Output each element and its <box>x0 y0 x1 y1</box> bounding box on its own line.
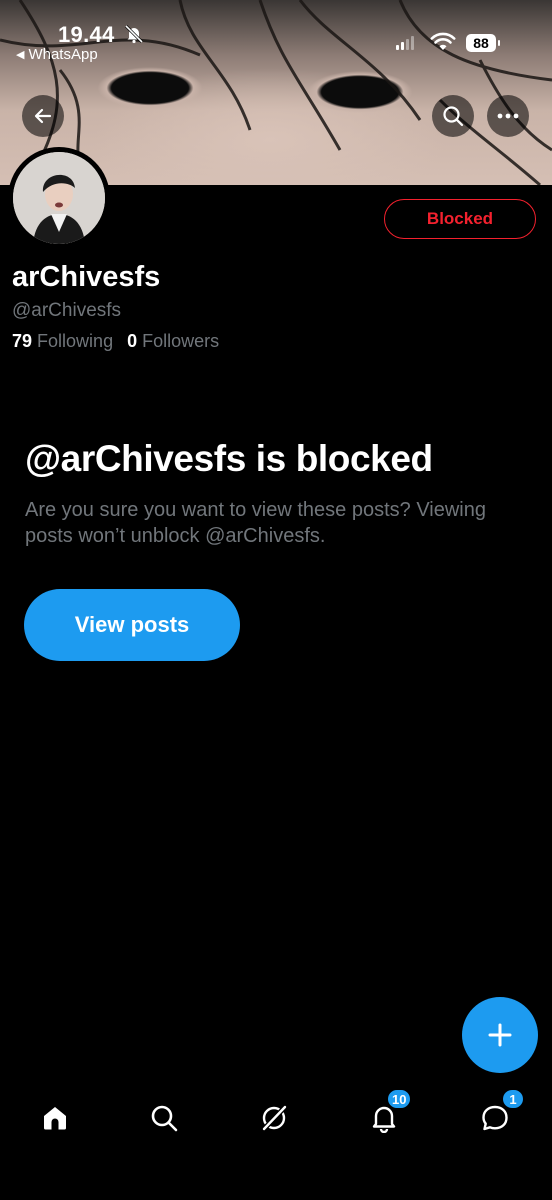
plus-icon <box>488 1023 512 1047</box>
grok-icon <box>262 1105 287 1131</box>
blocked-notice-subtitle: Are you sure you want to view these post… <box>25 499 486 547</box>
followers-count: 0 <box>127 331 138 351</box>
cellular-signal-icon <box>396 36 414 50</box>
tab-messages[interactable]: 1 <box>473 1088 525 1146</box>
profile-avatar[interactable] <box>8 147 110 249</box>
back-app-label: WhatsApp <box>28 46 98 63</box>
battery-indicator: 88 <box>466 34 500 52</box>
compose-post-button[interactable] <box>462 997 538 1073</box>
view-posts-button[interactable]: View posts <box>24 589 240 661</box>
followers-label: Followers <box>142 331 220 351</box>
followers-link[interactable]: 0 Followers <box>127 331 219 352</box>
following-link[interactable]: 79 Following <box>12 331 113 352</box>
notifications-badge: 10 <box>386 1088 413 1110</box>
search-icon <box>443 106 464 127</box>
follow-stats: 79 Following 0 Followers <box>12 331 219 352</box>
blocked-button[interactable]: Blocked <box>384 199 536 239</box>
bell-slash-icon <box>124 24 144 49</box>
following-count: 79 <box>12 331 33 351</box>
avatar-photo <box>13 152 105 244</box>
messages-badge: 1 <box>501 1088 525 1110</box>
bottom-tab-bar: 10 1 <box>0 1088 552 1150</box>
blocked-notice-title: @arChivesfs is blocked <box>25 438 433 479</box>
following-label: Following <box>37 331 114 351</box>
tab-search[interactable] <box>142 1090 186 1146</box>
search-button[interactable] <box>432 95 474 137</box>
tab-notifications[interactable]: 10 <box>362 1088 413 1146</box>
profile-display-name: arChivesfs <box>12 261 161 293</box>
back-to-app-link[interactable]: ◀ WhatsApp <box>16 46 98 63</box>
back-triangle-icon: ◀ <box>16 49 25 61</box>
more-options-button[interactable] <box>487 95 529 137</box>
profile-handle: @arChivesfs <box>12 300 122 321</box>
tab-home[interactable] <box>33 1090 77 1146</box>
search-icon <box>151 1105 178 1132</box>
arrow-left-icon <box>34 108 52 124</box>
home-icon <box>44 1107 66 1130</box>
home-indicator <box>140 1183 412 1189</box>
status-time: 19.44 <box>58 22 115 47</box>
wifi-icon <box>430 32 456 57</box>
status-bar: 19.44 ◀ WhatsApp 88 <box>0 0 552 70</box>
tab-grok[interactable] <box>252 1090 296 1146</box>
back-button[interactable] <box>22 95 64 137</box>
more-horizontal-icon <box>497 113 519 119</box>
